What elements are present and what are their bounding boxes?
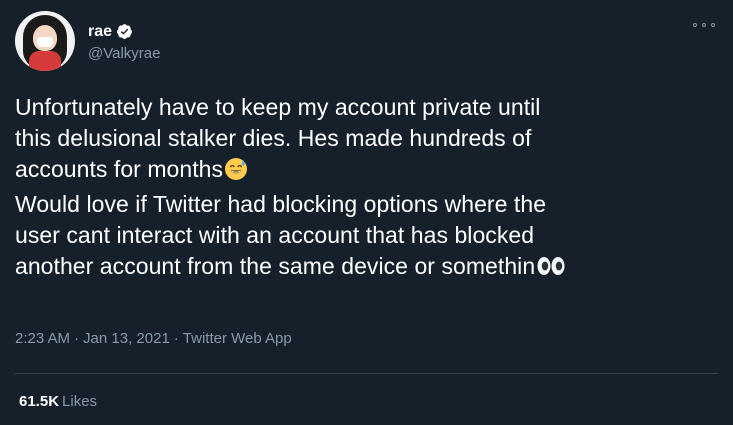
- more-dot: [702, 23, 706, 27]
- eyes-emoji-icon: [536, 254, 566, 286]
- tweet-line-with-emoji: accounts for months: [15, 154, 720, 189]
- more-dot: [711, 23, 715, 27]
- display-name[interactable]: rae: [88, 23, 112, 41]
- likes-count: 61.5K: [19, 393, 60, 410]
- avatar-shirt: [29, 51, 61, 71]
- likes-label: Likes: [62, 393, 98, 410]
- tweet-header: rae @Valkyrae: [15, 10, 160, 72]
- tweet-line: user cant interact with an account that …: [15, 222, 535, 248]
- verified-badge-icon: [116, 23, 133, 40]
- tweet-line-with-emoji: another account from the same device or …: [15, 251, 720, 286]
- tweet-date[interactable]: Jan 13, 2021: [83, 330, 170, 347]
- tweet-line: Unfortunately have to keep my account pr…: [15, 94, 541, 120]
- avatar-mask: [37, 37, 53, 47]
- meta-separator: ·: [173, 330, 179, 347]
- tweet-time[interactable]: 2:23 AM: [15, 330, 70, 347]
- tweet-card: rae @Valkyrae Unfortunately have to keep…: [0, 0, 733, 425]
- tweet-line: accounts for months: [15, 156, 224, 182]
- meta-separator: ·: [74, 330, 80, 347]
- tweet-line: this delusional stalker dies. Hes made h…: [15, 125, 532, 151]
- avatar[interactable]: [15, 11, 75, 71]
- user-handle[interactable]: @Valkyrae: [88, 45, 160, 62]
- likes-stat[interactable]: 61.5K Likes: [19, 393, 97, 410]
- tweet-line: Would love if Twitter had blocking optio…: [15, 191, 547, 217]
- sweat-smile-emoji-icon: [224, 157, 248, 189]
- user-names: rae @Valkyrae: [88, 21, 160, 62]
- more-options-icon[interactable]: [693, 18, 715, 32]
- tweet-line: another account from the same device or …: [15, 253, 536, 279]
- tweet-source[interactable]: Twitter Web App: [183, 330, 292, 347]
- tweet-meta: 2:23 AM · Jan 13, 2021 · Twitter Web App: [15, 330, 292, 347]
- name-row: rae: [88, 21, 160, 43]
- tweet-text: Unfortunately have to keep my account pr…: [15, 92, 720, 286]
- divider: [15, 373, 718, 374]
- more-dot: [693, 23, 697, 27]
